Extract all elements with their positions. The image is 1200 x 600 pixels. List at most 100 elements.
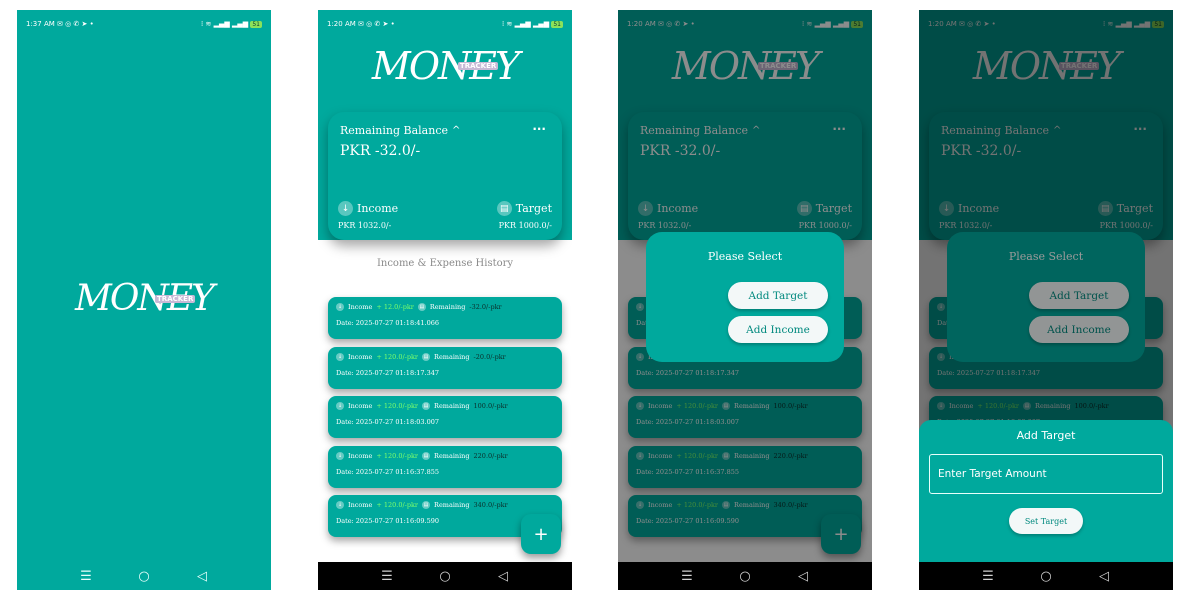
add-target-button[interactable]: Add Target xyxy=(1029,282,1129,309)
back-icon[interactable]: ◁ xyxy=(793,569,813,584)
history-remaining-label: Remaining xyxy=(434,501,470,509)
menu-icon[interactable]: ☰ xyxy=(978,569,998,584)
status-time: 1:20 AM xyxy=(327,20,356,28)
home-screen-select-dialog: 1:20 AM ✉ ◎ ✆ ➤ • ⁞ ≋ ▂▄▆ ▂▄▆ 51 MONEY TR… xyxy=(618,10,872,590)
history-income-value: + 120.0/-pkr xyxy=(376,501,419,509)
history-title: Income & Expense History xyxy=(376,258,514,269)
history-income-value: + 12.0/-pkr xyxy=(376,303,414,311)
history-remaining-label: Remaining xyxy=(434,452,470,460)
back-icon[interactable]: ◁ xyxy=(1094,569,1114,584)
history-item[interactable]: ↓ Income + 120.0/-pkr ▤ Remaining 100.0/… xyxy=(328,396,562,438)
status-bar: 1:20 AM ✉ ◎ ✆ ➤ • ⁞ ≋ ▂▄▆ ▂▄▆ 51 xyxy=(318,10,572,38)
wallet-icon: ▤ xyxy=(496,201,512,216)
history-date: Date: 2025-07-27 01:18:41.066 xyxy=(336,319,440,327)
splash-logo: MONEY TRACKER xyxy=(17,278,271,319)
system-nav-bar: ☰ ○ ◁ xyxy=(318,562,572,590)
history-item[interactable]: ↓ Income + 120.0/-pkr ▤ Remaining 220.0/… xyxy=(328,446,562,488)
history-income-label: Income xyxy=(348,402,373,410)
target-amount-input[interactable]: Enter Target Amount xyxy=(929,454,1163,494)
system-nav-bar: ☰ ○ ◁ xyxy=(618,562,872,590)
history-date: Date: 2025-07-27 01:18:17.347 xyxy=(336,369,440,377)
menu-icon[interactable]: ☰ xyxy=(677,569,697,584)
select-dialog: Please Select Add Target Add Income xyxy=(947,232,1145,362)
income-label: Income xyxy=(357,202,399,215)
home-icon[interactable]: ○ xyxy=(134,569,154,584)
select-dialog: Please Select Add Target Add Income xyxy=(646,232,844,362)
arrow-down-icon: ↓ xyxy=(338,201,353,216)
history-remaining-label: Remaining xyxy=(434,402,470,410)
history-income-label: Income xyxy=(348,353,373,361)
wallet-icon: ▤ xyxy=(422,452,431,460)
back-icon[interactable]: ◁ xyxy=(493,569,513,584)
balance-card: Remaining Balance ^ ··· PKR -32.0/- ↓ Inc… xyxy=(328,112,562,240)
home-icon[interactable]: ○ xyxy=(1036,569,1056,584)
history-date: Date: 2025-07-27 01:18:03.007 xyxy=(336,418,440,426)
chevron-up-icon: ^ xyxy=(452,125,461,136)
wallet-icon: ▤ xyxy=(422,501,431,509)
history-remaining-value: -20.0/-pkr xyxy=(473,353,506,361)
add-income-button[interactable]: Add Income xyxy=(728,316,828,343)
menu-icon[interactable]: ☰ xyxy=(377,569,397,584)
arrow-down-icon: ↓ xyxy=(336,402,344,410)
logo-tag: TRACKER xyxy=(457,62,499,70)
history-remaining-value: 100.0/-pkr xyxy=(473,402,508,410)
arrow-down-icon: ↓ xyxy=(336,303,344,311)
history-remaining-value: -32.0/-pkr xyxy=(469,303,502,311)
add-target-button[interactable]: Add Target xyxy=(728,282,828,309)
sheet-title: Add Target xyxy=(1016,429,1076,442)
history-remaining-label: Remaining xyxy=(434,353,470,361)
menu-icon[interactable]: ☰ xyxy=(76,569,96,584)
history-income-value: + 120.0/-pkr xyxy=(376,353,419,361)
status-notification-icons: ✉ ◎ ✆ ➤ • xyxy=(57,20,94,28)
dialog-title: Please Select xyxy=(707,250,783,263)
history-income-value: + 120.0/-pkr xyxy=(376,402,419,410)
history-income-label: Income xyxy=(348,501,373,509)
history-remaining-value: 220.0/-pkr xyxy=(473,452,508,460)
history-remaining-value: 340.0/-pkr xyxy=(473,501,508,509)
income-summary: ↓ Income PKR 1032.0/- xyxy=(338,201,398,230)
battery-icon: 51 xyxy=(250,21,262,28)
wallet-icon: ▤ xyxy=(417,303,426,311)
home-screen: 1:20 AM ✉ ◎ ✆ ➤ • ⁞ ≋ ▂▄▆ ▂▄▆ 51 MONEY TR… xyxy=(318,10,572,590)
add-income-button[interactable]: Add Income xyxy=(1029,316,1129,343)
arrow-down-icon: ↓ xyxy=(336,353,344,361)
history-item[interactable]: ↓ Income + 12.0/-pkr ▤ Remaining -32.0/-… xyxy=(328,297,562,339)
dialog-title: Please Select xyxy=(1008,250,1084,263)
home-icon[interactable]: ○ xyxy=(435,569,455,584)
target-summary: ▤Target PKR 1000.0/- xyxy=(496,201,552,230)
history-item[interactable]: ↓ Income + 120.0/-pkr ▤ Remaining -20.0/… xyxy=(328,347,562,389)
arrow-down-icon: ↓ xyxy=(336,501,344,509)
history-income-value: + 120.0/-pkr xyxy=(376,452,419,460)
back-icon[interactable]: ◁ xyxy=(192,569,212,584)
history-income-label: Income xyxy=(348,452,373,460)
battery-icon: 51 xyxy=(551,21,563,28)
wallet-icon: ▤ xyxy=(422,353,431,361)
add-fab-button[interactable]: + xyxy=(521,514,561,554)
wallet-icon: ▤ xyxy=(422,402,431,410)
system-nav-bar: ☰ ○ ◁ xyxy=(17,562,271,590)
history-income-label: Income xyxy=(348,303,373,311)
arrow-down-icon: ↓ xyxy=(336,452,344,460)
target-label: Target xyxy=(515,202,552,215)
balance-title: Remaining Balance xyxy=(340,124,448,137)
logo-tag: TRACKER xyxy=(155,295,196,303)
set-target-button[interactable]: Set Target xyxy=(1009,508,1083,534)
status-bar: 1:37 AM ✉ ◎ ✆ ➤ • ⁞ ≋ ▂▄▆ ▂▄▆ 51 xyxy=(17,10,271,38)
home-screen-add-target-sheet: 1:20 AM ✉ ◎ ✆ ➤ • ⁞ ≋ ▂▄▆ ▂▄▆ 51 MONEYTR… xyxy=(919,10,1173,590)
more-options-icon[interactable]: ··· xyxy=(532,122,546,136)
balance-amount: PKR -32.0/- xyxy=(340,143,421,159)
status-time: 1:37 AM xyxy=(26,20,55,28)
status-notification-icons: ✉ ◎ ✆ ➤ • xyxy=(358,20,395,28)
add-target-sheet: Add Target Enter Target Amount Set Targe… xyxy=(919,420,1173,562)
status-signal-icons: ⁞ ≋ ▂▄▆ ▂▄▆ xyxy=(201,20,249,28)
balance-title-toggle[interactable]: Remaining Balance ^ xyxy=(340,124,550,137)
app-logo: MONEYTRACKER xyxy=(318,44,572,88)
history-remaining-label: Remaining xyxy=(429,303,466,311)
history-date: Date: 2025-07-27 01:16:37.855 xyxy=(336,468,440,476)
splash-screen: 1:37 AM ✉ ◎ ✆ ➤ • ⁞ ≋ ▂▄▆ ▂▄▆ 51 MONEY TR… xyxy=(17,10,271,590)
status-signal-icons: ⁞ ≋ ▂▄▆ ▂▄▆ xyxy=(502,20,550,28)
target-value: PKR 1000.0/- xyxy=(498,221,552,230)
income-value: PKR 1032.0/- xyxy=(338,221,392,230)
system-nav-bar: ☰ ○ ◁ xyxy=(919,562,1173,590)
home-icon[interactable]: ○ xyxy=(735,569,755,584)
